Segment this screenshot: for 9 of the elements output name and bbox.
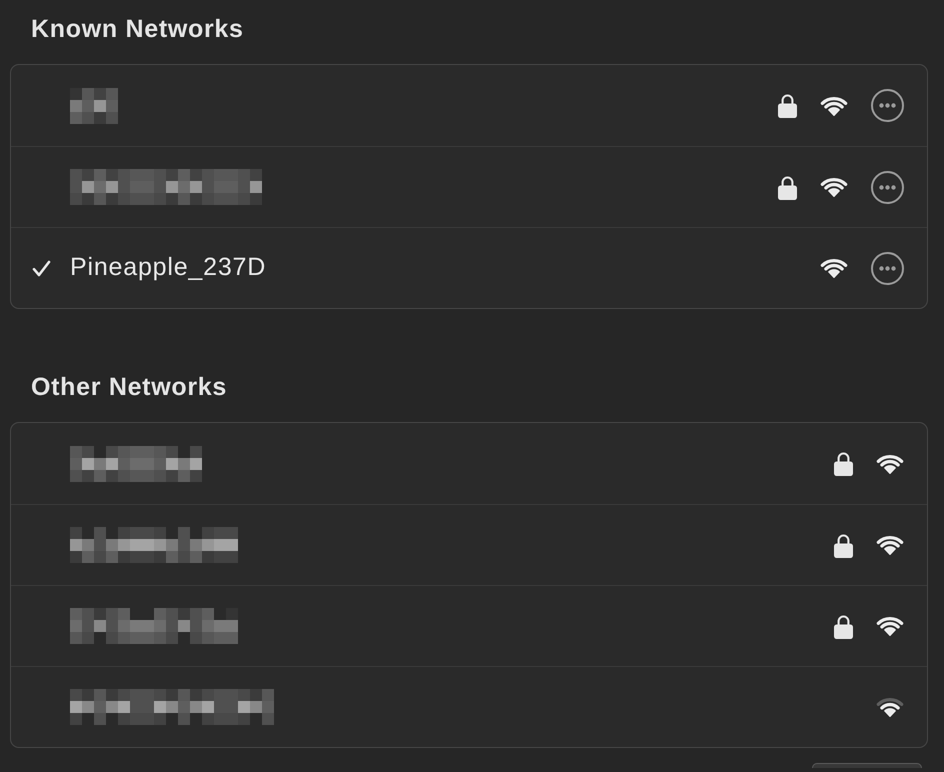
ellipsis-icon — [879, 184, 896, 190]
network-name: Pineapple_237D — [70, 252, 266, 284]
section-title: Known Networks — [30, 14, 245, 44]
more-button[interactable] — [871, 170, 904, 204]
ellipsis-icon — [879, 266, 896, 270]
more-button[interactable] — [871, 89, 904, 122]
section-title: Other Networks — [30, 372, 228, 402]
more-button[interactable] — [871, 252, 904, 284]
ellipsis-icon — [879, 103, 896, 108]
